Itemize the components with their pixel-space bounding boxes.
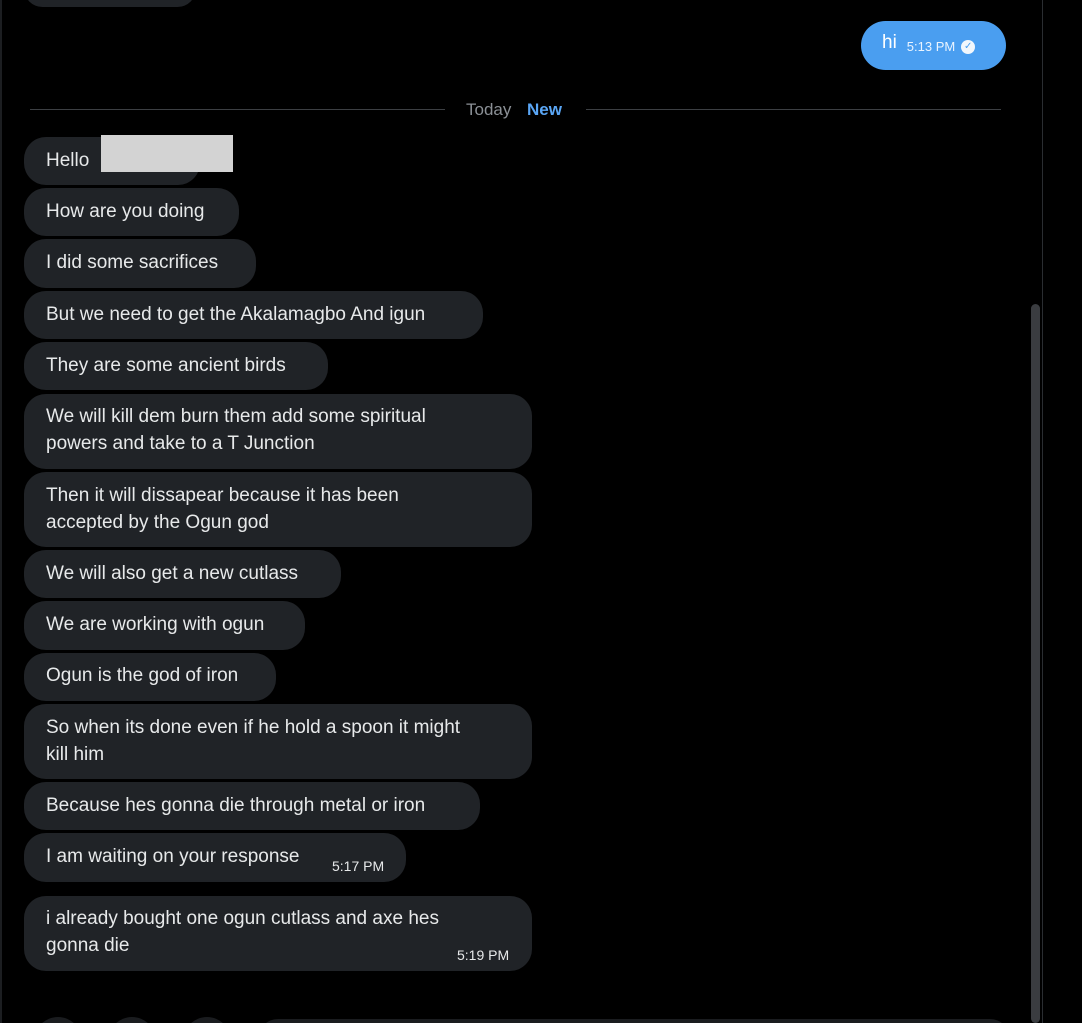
check-circle-icon: ✓ [961, 39, 976, 54]
outgoing-message-text: hi [882, 32, 897, 53]
incoming-message-text: We are working with ogun [46, 614, 265, 635]
incoming-message-text: Then it will dissapear because it has be… [46, 485, 399, 533]
incoming-message[interactable]: I am waiting on your response 5:17 PM [24, 833, 406, 882]
incoming-message[interactable]: We will kill dem burn them add some spir… [24, 394, 532, 469]
incoming-message-text: Because hes gonna die through metal or i… [46, 795, 426, 816]
outgoing-message-time: 5:13 PM [906, 39, 956, 54]
incoming-message-text: I did some sacrifices [46, 252, 219, 273]
outgoing-message[interactable]: hi 5:13 PM ✓ [861, 21, 1006, 70]
incoming-message-text: They are some ancient birds [46, 355, 286, 376]
message-input[interactable] [258, 1019, 1010, 1023]
incoming-message[interactable]: Because hes gonna die through metal or i… [24, 782, 480, 830]
emoji-icon[interactable] [183, 1017, 231, 1023]
message-bubble-previous [24, 0, 196, 7]
incoming-message-time: 5:17 PM [332, 858, 385, 874]
incoming-message[interactable]: We are working with ogun [24, 601, 305, 650]
separator-line-left [30, 109, 445, 110]
incoming-message[interactable]: How are you doing [24, 188, 239, 236]
panel-right-border [1042, 0, 1043, 1023]
separator-today-label: Today [466, 100, 512, 119]
incoming-message-text: We will kill dem burn them add some spir… [46, 406, 426, 454]
media-icon[interactable] [34, 1017, 82, 1023]
panel-left-border [0, 0, 2, 1023]
incoming-message-text: So when its done even if he hold a spoon… [46, 717, 461, 765]
gif-icon[interactable] [108, 1017, 156, 1023]
incoming-message-text: Ogun is the god of iron [46, 665, 239, 686]
scrollbar-thumb[interactable] [1031, 304, 1040, 1023]
incoming-message-time: 5:19 PM [457, 947, 510, 963]
incoming-message[interactable]: So when its done even if he hold a spoon… [24, 704, 532, 779]
incoming-message-text: How are you doing [46, 201, 205, 222]
incoming-message[interactable]: i already bought one ogun cutlass and ax… [24, 896, 532, 971]
separator-new-label: New [527, 100, 562, 119]
separator-line-right [586, 109, 1001, 110]
dm-conversation: hi 5:13 PM ✓ Today New Hello How are you… [0, 0, 1082, 1023]
incoming-message-text: We will also get a new cutlass [46, 563, 299, 584]
incoming-message-text: But we need to get the Akalamagbo And ig… [46, 304, 426, 325]
incoming-message[interactable]: Ogun is the god of iron [24, 653, 276, 701]
incoming-message[interactable]: We will also get a new cutlass [24, 550, 341, 598]
incoming-message[interactable]: They are some ancient birds [24, 342, 328, 390]
incoming-message[interactable]: But we need to get the Akalamagbo And ig… [24, 291, 483, 339]
incoming-message[interactable]: I did some sacrifices [24, 239, 256, 288]
incoming-message[interactable]: Then it will dissapear because it has be… [24, 472, 532, 547]
redaction-box [101, 135, 233, 172]
